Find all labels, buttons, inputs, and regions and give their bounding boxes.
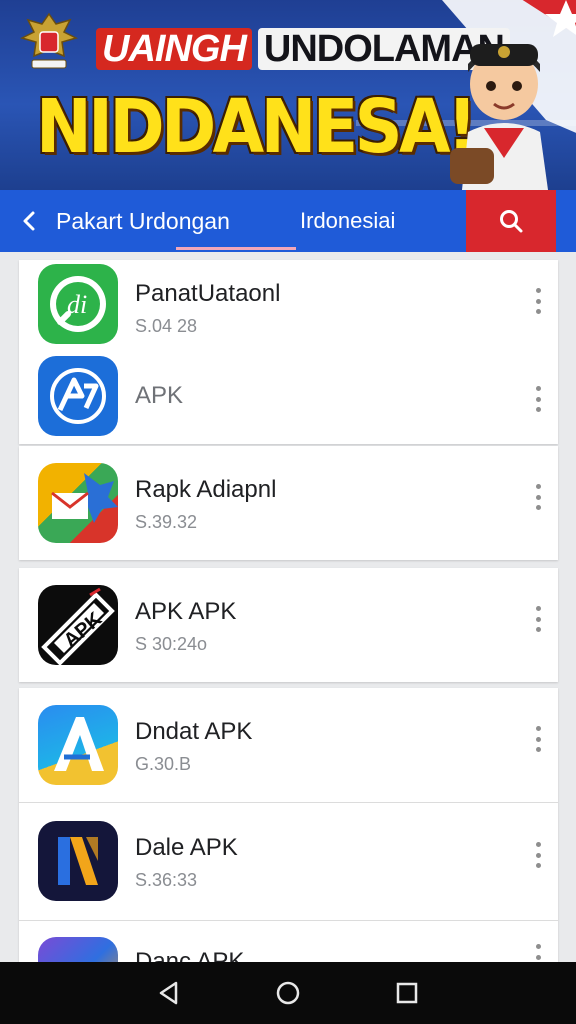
banner-title: NIDDANESA! <box>36 84 477 170</box>
search-icon <box>500 210 523 233</box>
partial-app-icon <box>38 937 118 962</box>
app-name: APK APK <box>135 598 237 625</box>
list-item[interactable]: APK APK APK S 30:24o <box>19 580 558 670</box>
list-item[interactable]: APK <box>19 354 558 444</box>
app-bar-subtitle[interactable]: Irdonesiai <box>300 208 395 234</box>
green-speech-icon: di <box>38 264 118 344</box>
list-item[interactable]: Dndat APK G.30.B <box>19 700 558 790</box>
more-options-icon[interactable] <box>532 726 544 752</box>
more-options-icon[interactable] <box>532 386 544 412</box>
nav-recents-button[interactable] <box>387 973 427 1013</box>
nav-back-button[interactable] <box>149 973 189 1013</box>
more-options-icon[interactable] <box>532 484 544 510</box>
app-name: PanatUataonl <box>135 280 281 307</box>
banner-headline-red: UAINGH <box>96 28 252 70</box>
more-options-icon[interactable] <box>532 944 544 962</box>
app-card: APK APK APK S 30:24o <box>19 568 558 682</box>
letter-n-icon <box>38 821 118 901</box>
app-name: APK <box>135 382 184 409</box>
app-meta: S.36:33 <box>135 870 198 890</box>
screen: UAINGH UNDOLAMAN NIDDANESA! Pakart Urdong… <box>0 0 576 1024</box>
system-nav-bar <box>0 962 576 1024</box>
search-button[interactable] <box>466 190 556 252</box>
app-name: Dndat APK <box>135 718 253 745</box>
blue-apk-icon <box>38 356 118 436</box>
list-item[interactable]: Dale APK S.36:33 <box>19 816 558 906</box>
nav-back-icon <box>160 981 178 1005</box>
garuda-emblem-icon <box>19 12 79 69</box>
app-card: Rapk Adiapnl S.39.32 <box>19 446 558 560</box>
nav-home-button[interactable] <box>268 973 308 1013</box>
svg-text:di: di <box>67 290 87 319</box>
back-button[interactable] <box>10 190 50 252</box>
list-item[interactable]: Danc APK <box>19 932 558 962</box>
app-card: di PanatUataonl S.04 28 APK <box>19 260 558 444</box>
more-options-icon[interactable] <box>532 288 544 314</box>
app-meta: G.30.B <box>135 754 192 774</box>
divider <box>19 920 558 921</box>
more-options-icon[interactable] <box>532 842 544 868</box>
app-name: Danc APK <box>135 948 245 962</box>
apk-ticket-icon: APK <box>38 585 118 665</box>
divider <box>19 802 558 803</box>
promo-banner[interactable]: UAINGH UNDOLAMAN NIDDANESA! <box>0 0 576 190</box>
app-name: Dale APK <box>135 834 238 861</box>
more-options-icon[interactable] <box>532 606 544 632</box>
nav-recents-icon <box>396 982 417 1004</box>
list-item[interactable]: di PanatUataonl S.04 28 <box>19 260 558 350</box>
active-tab-indicator <box>176 247 296 250</box>
mail-envelope-icon <box>38 463 118 543</box>
list-item[interactable]: Rapk Adiapnl S.39.32 <box>19 458 558 548</box>
app-meta: S.04 28 <box>135 316 198 336</box>
letter-a-icon <box>38 705 118 785</box>
app-meta: S 30:24o <box>135 634 208 654</box>
top-app-bar: Pakart Urdongan Irdonesiai <box>0 190 576 252</box>
app-list[interactable]: di PanatUataonl S.04 28 APK Rapk Adiapnl… <box>0 252 576 962</box>
chevron-left-icon <box>23 211 35 231</box>
app-meta: S.39.32 <box>135 512 198 532</box>
app-card: Dndat APK G.30.B Dale APK S.36:33 Danc A… <box>19 688 558 962</box>
app-bar-title[interactable]: Pakart Urdongan <box>56 208 230 235</box>
mascot-illustration <box>450 44 548 190</box>
app-name: Rapk Adiapnl <box>135 476 277 503</box>
nav-home-icon <box>276 981 300 1005</box>
